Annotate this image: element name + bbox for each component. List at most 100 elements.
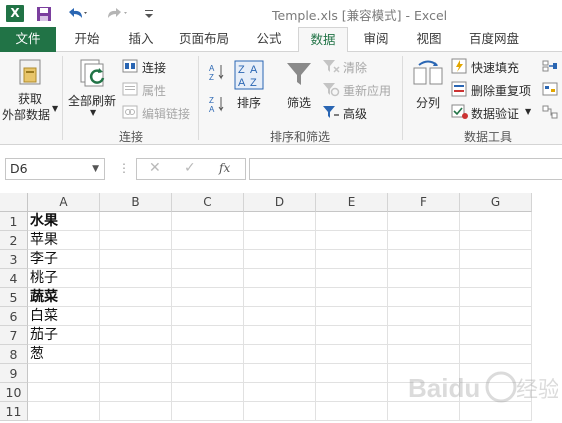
column-header-g[interactable]: G [460, 193, 532, 212]
cell-a3[interactable]: 李子 [28, 250, 100, 269]
tab-review[interactable]: 审阅 [352, 27, 400, 52]
row-header[interactable]: 8 [0, 345, 28, 364]
cell-b5[interactable] [100, 288, 172, 307]
cell-a11[interactable] [28, 402, 100, 421]
cell-g5[interactable] [460, 288, 532, 307]
select-all-corner[interactable] [0, 193, 28, 212]
row-header[interactable]: 6 [0, 307, 28, 326]
cell-f3[interactable] [388, 250, 460, 269]
cell-a6[interactable]: 白菜 [28, 307, 100, 326]
cell-g2[interactable] [460, 231, 532, 250]
cell-c9[interactable] [172, 364, 244, 383]
cell-e1[interactable] [316, 212, 388, 231]
cell-a1[interactable]: 水果 [28, 212, 100, 231]
cell-f4[interactable] [388, 269, 460, 288]
cell-a4[interactable]: 桃子 [28, 269, 100, 288]
name-box[interactable]: D6 ▼ [5, 158, 105, 180]
row-header[interactable]: 7 [0, 326, 28, 345]
cell-d11[interactable] [244, 402, 316, 421]
cell-f5[interactable] [388, 288, 460, 307]
tab-page-layout[interactable]: 页面布局 [170, 27, 238, 52]
cell-b7[interactable] [100, 326, 172, 345]
cell-c2[interactable] [172, 231, 244, 250]
cell-f6[interactable] [388, 307, 460, 326]
cell-a8[interactable]: 葱 [28, 345, 100, 364]
tab-insert[interactable]: 插入 [116, 27, 166, 52]
tab-data[interactable]: 数据 [298, 27, 348, 53]
tab-baidu-netdisk[interactable]: 百度网盘 [460, 27, 528, 52]
column-header-a[interactable]: A [28, 193, 100, 212]
cell-b3[interactable] [100, 250, 172, 269]
cell-b11[interactable] [100, 402, 172, 421]
column-header-b[interactable]: B [100, 193, 172, 212]
tab-home[interactable]: 开始 [62, 27, 112, 52]
redo-icon[interactable] [106, 4, 130, 23]
cancel-entry-icon[interactable]: ✕ [149, 160, 161, 176]
cell-e6[interactable] [316, 307, 388, 326]
cell-c4[interactable] [172, 269, 244, 288]
insert-function-icon[interactable]: fx [219, 161, 230, 175]
cell-f2[interactable] [388, 231, 460, 250]
row-header[interactable]: 10 [0, 383, 28, 402]
cell-e10[interactable] [316, 383, 388, 402]
save-icon[interactable] [36, 4, 52, 23]
cell-f8[interactable] [388, 345, 460, 364]
formula-input[interactable] [249, 158, 562, 180]
cell-c5[interactable] [172, 288, 244, 307]
cell-d6[interactable] [244, 307, 316, 326]
tab-file[interactable]: 文件 [0, 27, 56, 52]
row-header[interactable]: 11 [0, 402, 28, 421]
cell-e3[interactable] [316, 250, 388, 269]
row-header[interactable]: 1 [0, 212, 28, 231]
cell-a7[interactable]: 茄子 [28, 326, 100, 345]
cell-a9[interactable] [28, 364, 100, 383]
cell-b4[interactable] [100, 269, 172, 288]
cell-b2[interactable] [100, 231, 172, 250]
cell-b8[interactable] [100, 345, 172, 364]
cell-c8[interactable] [172, 345, 244, 364]
cell-d8[interactable] [244, 345, 316, 364]
undo-icon[interactable] [66, 4, 90, 23]
cell-b9[interactable] [100, 364, 172, 383]
cell-e8[interactable] [316, 345, 388, 364]
cell-e5[interactable] [316, 288, 388, 307]
confirm-entry-icon[interactable]: ✓ [184, 160, 196, 176]
cell-d10[interactable] [244, 383, 316, 402]
cell-e9[interactable] [316, 364, 388, 383]
cell-g8[interactable] [460, 345, 532, 364]
cell-g4[interactable] [460, 269, 532, 288]
column-header-f[interactable]: F [388, 193, 460, 212]
cell-g3[interactable] [460, 250, 532, 269]
row-header[interactable]: 5 [0, 288, 28, 307]
cell-b10[interactable] [100, 383, 172, 402]
cell-g7[interactable] [460, 326, 532, 345]
cell-e4[interactable] [316, 269, 388, 288]
cell-c6[interactable] [172, 307, 244, 326]
column-header-e[interactable]: E [316, 193, 388, 212]
tab-view[interactable]: 视图 [405, 27, 453, 52]
cell-g6[interactable] [460, 307, 532, 326]
cell-a10[interactable] [28, 383, 100, 402]
cell-b6[interactable] [100, 307, 172, 326]
column-header-d[interactable]: D [244, 193, 316, 212]
cell-a5[interactable]: 蔬菜 [28, 288, 100, 307]
cell-d4[interactable] [244, 269, 316, 288]
column-header-c[interactable]: C [172, 193, 244, 212]
cell-d9[interactable] [244, 364, 316, 383]
row-header[interactable]: 9 [0, 364, 28, 383]
cell-c3[interactable] [172, 250, 244, 269]
row-header[interactable]: 2 [0, 231, 28, 250]
cell-b1[interactable] [100, 212, 172, 231]
cell-f7[interactable] [388, 326, 460, 345]
cell-d1[interactable] [244, 212, 316, 231]
cell-d2[interactable] [244, 231, 316, 250]
chevron-down-icon[interactable]: ▼ [92, 159, 99, 179]
tab-formulas[interactable]: 公式 [245, 27, 293, 52]
cell-c11[interactable] [172, 402, 244, 421]
cell-d7[interactable] [244, 326, 316, 345]
cell-d3[interactable] [244, 250, 316, 269]
cell-d5[interactable] [244, 288, 316, 307]
cell-e11[interactable] [316, 402, 388, 421]
cell-g1[interactable] [460, 212, 532, 231]
cell-f1[interactable] [388, 212, 460, 231]
